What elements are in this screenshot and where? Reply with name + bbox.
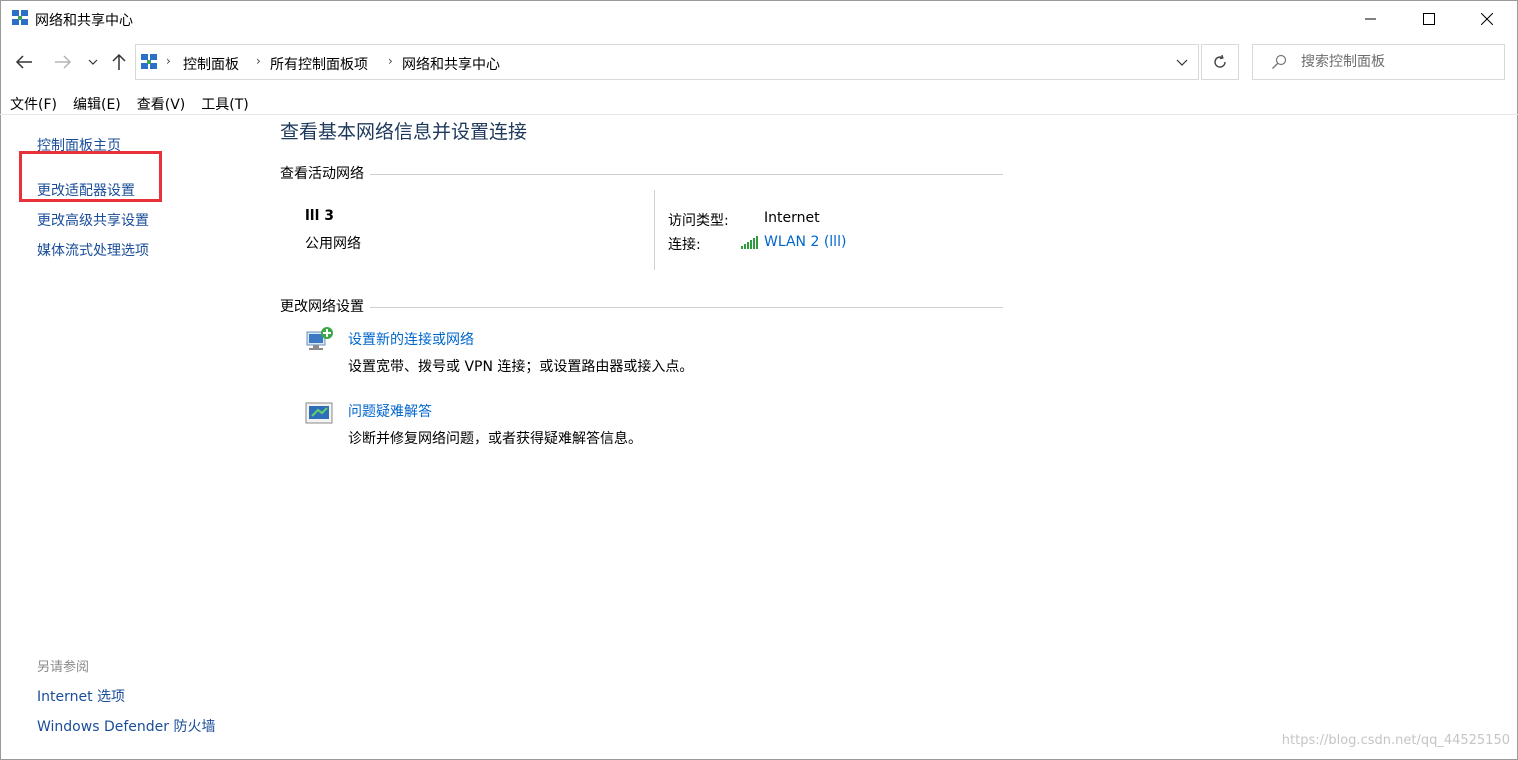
breadcrumb-network-center[interactable]: 网络和共享中心	[402, 54, 500, 74]
sidebar-link-advanced-sharing[interactable]: 更改高级共享设置	[37, 210, 149, 230]
chevron-down-icon	[88, 59, 98, 65]
network-center-icon	[141, 54, 157, 69]
window-title: 网络和共享中心	[35, 13, 133, 29]
chevron-down-icon	[1176, 59, 1188, 66]
back-arrow-icon	[15, 55, 32, 69]
troubleshoot-icon	[305, 402, 333, 424]
see-also-internet-options[interactable]: Internet 选项	[37, 686, 125, 706]
maximize-icon	[1423, 13, 1435, 25]
menu-divider	[0, 114, 1518, 115]
wifi-signal-icon	[741, 236, 758, 249]
active-networks-heading: 查看活动网络	[280, 163, 370, 183]
task-troubleshoot-link[interactable]: 问题疑难解答	[348, 401, 432, 421]
access-type-label: 访问类型:	[668, 213, 729, 229]
see-also-heading: 另请参阅	[37, 660, 90, 675]
address-dropdown-button[interactable]	[1172, 53, 1192, 71]
connection-label: 连接:	[668, 237, 701, 253]
breadcrumb-all-items[interactable]: 所有控制面板项	[270, 54, 368, 74]
menu-edit[interactable]: 编辑(E)	[65, 90, 129, 114]
task-troubleshoot-description: 诊断并修复网络问题，或者获得疑难解答信息。	[348, 431, 642, 447]
menu-tools[interactable]: 工具(T)	[193, 90, 256, 114]
network-type: 公用网络	[305, 236, 361, 252]
up-button[interactable]	[105, 48, 133, 76]
section-divider	[280, 174, 1003, 175]
sidebar-link-media-streaming[interactable]: 媒体流式处理选项	[37, 240, 149, 260]
refresh-icon	[1214, 54, 1226, 68]
menu-bar: 文件(F) 编辑(E) 查看(V) 工具(T)	[0, 90, 257, 114]
breadcrumb-control-panel[interactable]: 控制面板	[183, 54, 239, 74]
menu-view[interactable]: 查看(V)	[129, 90, 194, 114]
chevron-right-icon: ›	[256, 54, 261, 68]
chevron-right-icon: ›	[388, 54, 393, 68]
access-type-value: Internet	[764, 210, 820, 226]
search-box[interactable]	[1252, 44, 1505, 80]
network-center-icon	[12, 10, 28, 25]
forward-button[interactable]	[49, 48, 77, 76]
search-input[interactable]	[1301, 53, 1496, 71]
chevron-right-icon: ›	[166, 54, 171, 68]
sidebar-link-adapter-settings[interactable]: 更改适配器设置	[37, 180, 135, 200]
address-bar[interactable]: › 控制面板 › 所有控制面板项 › 网络和共享中心	[135, 44, 1199, 80]
section-divider	[280, 307, 1003, 308]
network-divider	[654, 190, 655, 270]
title-bar: 网络和共享中心	[0, 0, 1518, 38]
recent-locations-button[interactable]	[80, 48, 106, 76]
task-new-connection-description: 设置宽带、拨号或 VPN 连接；或设置路由器或接入点。	[348, 359, 694, 375]
watermark: https://blog.csdn.net/qq_44525150	[1281, 733, 1510, 748]
close-button[interactable]	[1458, 0, 1516, 38]
minimize-icon	[1365, 18, 1376, 20]
new-connection-icon	[306, 327, 333, 350]
change-settings-heading: 更改网络设置	[280, 296, 370, 316]
maximize-button[interactable]	[1400, 0, 1458, 38]
up-arrow-icon	[112, 53, 126, 70]
back-button[interactable]	[10, 48, 38, 76]
search-icon	[1272, 54, 1287, 69]
page-title: 查看基本网络信息并设置连接	[280, 121, 528, 143]
menu-file[interactable]: 文件(F)	[0, 90, 65, 114]
network-name: lll 3	[305, 208, 335, 224]
forward-arrow-icon	[55, 55, 72, 69]
see-also-firewall[interactable]: Windows Defender 防火墙	[37, 716, 215, 736]
minimize-button[interactable]	[1342, 0, 1400, 38]
connection-link[interactable]: WLAN 2 (lll)	[764, 234, 846, 250]
close-icon	[1481, 13, 1493, 25]
task-new-connection-link[interactable]: 设置新的连接或网络	[348, 329, 474, 349]
refresh-button[interactable]	[1201, 44, 1239, 80]
